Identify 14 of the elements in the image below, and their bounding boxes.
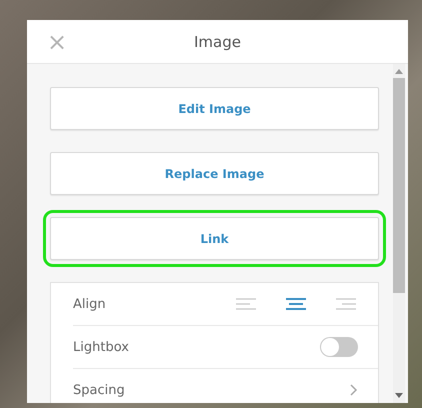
scrollbar[interactable]	[393, 64, 405, 403]
setting-label: Spacing	[73, 382, 126, 398]
scrollbar-thumb[interactable]	[393, 78, 405, 293]
setting-label: Align	[73, 296, 107, 312]
panel-button[interactable]: Replace Image	[50, 152, 379, 195]
chevron-right-icon[interactable]	[350, 384, 358, 396]
panel-button[interactable]: Link	[50, 217, 379, 260]
scroll-up-icon[interactable]	[395, 68, 403, 74]
close-button[interactable]: ×	[47, 30, 68, 54]
lightbox-toggle[interactable]	[320, 337, 358, 357]
panel-button[interactable]: Edit Image	[50, 87, 379, 130]
scroll-down-icon[interactable]	[395, 393, 403, 399]
setting-label: Lightbox	[73, 340, 130, 354]
panel-title: Image	[193, 32, 242, 50]
